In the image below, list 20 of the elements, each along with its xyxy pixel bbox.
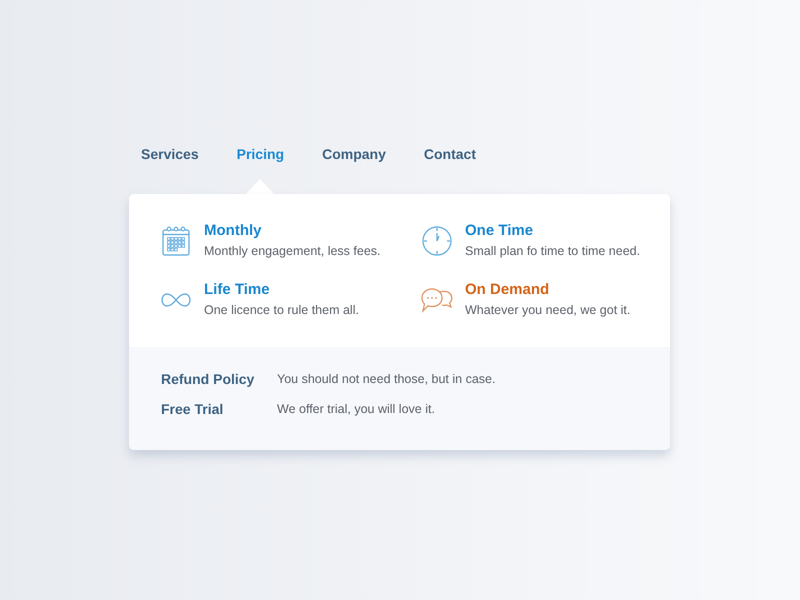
footer-link[interactable]: Free Trial — [161, 399, 277, 419]
nav-tab[interactable]: Services — [132, 143, 208, 165]
plan-title-link[interactable]: Monthly — [204, 221, 380, 241]
nav-tab[interactable]: Pricing — [228, 143, 294, 165]
chat-bubbles-icon — [421, 287, 453, 313]
clock-icon — [422, 226, 452, 256]
plan-title-link[interactable]: On Demand — [465, 280, 630, 300]
plan-description: Whatever you need, we got it. — [465, 302, 630, 319]
nav-tab[interactable]: Contact — [414, 143, 485, 165]
plan-description: Small plan fo time to time need. — [465, 243, 640, 260]
plan-description: Monthly engagement, less fees. — [204, 243, 380, 260]
calendar-icon — [162, 226, 190, 256]
nav-tab[interactable]: Company — [313, 143, 395, 165]
footer-description: We offer trial, you will love it. — [277, 401, 435, 418]
plan-title-link[interactable]: Life Time — [204, 280, 359, 300]
infinity-icon — [161, 293, 191, 307]
footer-description: You should not need those, but in case. — [277, 371, 496, 388]
plan-title-link[interactable]: One Time — [465, 221, 640, 241]
plan-description: One licence to rule them all. — [204, 302, 359, 319]
footer-link[interactable]: Refund Policy — [161, 369, 277, 389]
